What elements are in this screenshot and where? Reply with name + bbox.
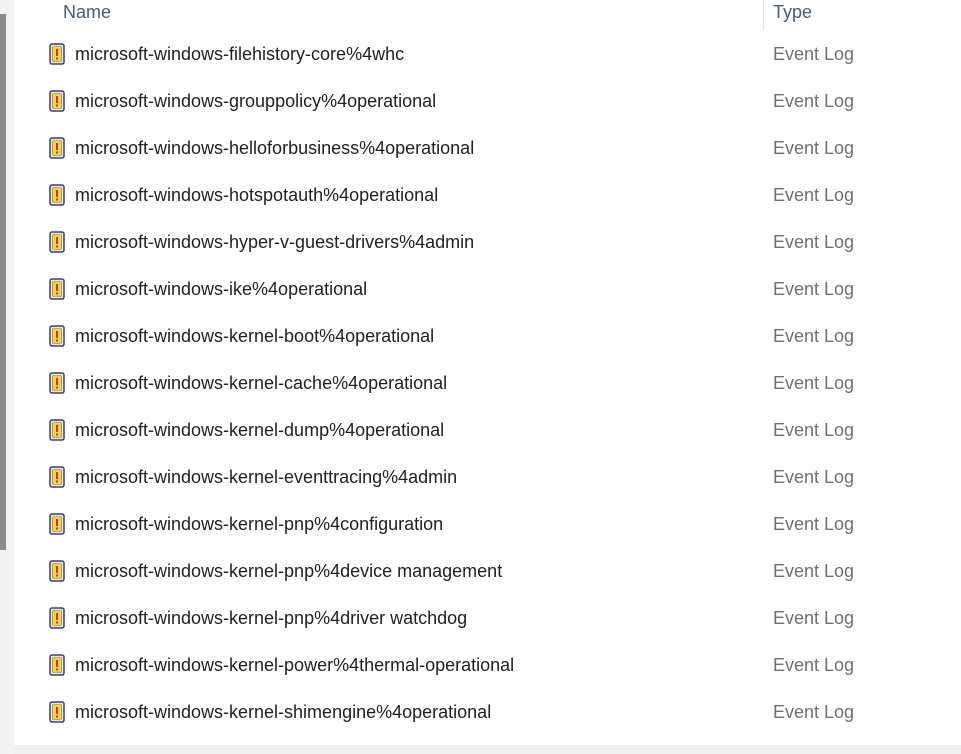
file-type: Event Log: [773, 91, 855, 111]
event-log-file-icon: [49, 701, 65, 723]
event-log-file-icon: [49, 184, 65, 206]
file-name: microsoft-windows-kernel-pnp%4configurat…: [75, 514, 444, 534]
file-type: Event Log: [773, 420, 855, 440]
file-type: Event Log: [773, 185, 855, 205]
file-row[interactable]: microsoft-windows-kernel-cache%4operatio…: [14, 361, 961, 408]
file-type: Event Log: [773, 373, 855, 393]
event-log-file-icon: [49, 654, 65, 676]
file-name: microsoft-windows-grouppolicy%4operation…: [75, 91, 437, 111]
event-log-file-icon: [49, 137, 65, 159]
file-name: microsoft-windows-filehistory-core%4whc: [75, 44, 405, 64]
column-header-type[interactable]: Type: [773, 2, 812, 23]
horizontal-scrollbar-track[interactable]: [14, 745, 961, 754]
file-name: microsoft-windows-kernel-eventtracing%4a…: [75, 467, 458, 487]
file-name: microsoft-windows-hyper-v-guest-drivers%…: [75, 232, 475, 252]
file-name: microsoft-windows-kernel-cache%4operatio…: [75, 373, 448, 393]
file-name: microsoft-windows-hotspotauth%4operation…: [75, 185, 439, 205]
file-type: Event Log: [773, 608, 855, 628]
event-log-file-icon: [49, 231, 65, 253]
file-row[interactable]: microsoft-windows-filehistory-core%4whc …: [14, 32, 961, 79]
file-type: Event Log: [773, 655, 855, 675]
event-log-file-icon: [49, 607, 65, 629]
file-name: microsoft-windows-kernel-shimengine%4ope…: [75, 702, 492, 722]
file-type: Event Log: [773, 326, 855, 346]
file-type: Event Log: [773, 232, 855, 252]
file-row[interactable]: microsoft-windows-hotspotauth%4operation…: [14, 173, 961, 220]
column-divider[interactable]: [763, 0, 764, 30]
file-type: Event Log: [773, 514, 855, 534]
file-row[interactable]: microsoft-windows-ike%4operational Event…: [14, 267, 961, 314]
column-header-bar: Name Type: [14, 0, 961, 30]
file-name: microsoft-windows-kernel-pnp%4device man…: [75, 561, 503, 581]
file-name: microsoft-windows-kernel-boot%4operation…: [75, 326, 435, 346]
file-row[interactable]: microsoft-windows-kernel-shimengine%4ope…: [14, 690, 961, 737]
event-log-file-icon: [49, 419, 65, 441]
file-row[interactable]: microsoft-windows-kernel-power%4thermal-…: [14, 643, 961, 690]
file-name: microsoft-windows-helloforbusiness%4oper…: [75, 138, 475, 158]
file-type: Event Log: [773, 561, 855, 581]
file-row[interactable]: microsoft-windows-kernel-pnp%4driver wat…: [14, 596, 961, 643]
file-row[interactable]: microsoft-windows-kernel-pnp%4device man…: [14, 549, 961, 596]
file-name: microsoft-windows-ike%4operational: [75, 279, 368, 299]
file-row[interactable]: microsoft-windows-grouppolicy%4operation…: [14, 79, 961, 126]
file-name: microsoft-windows-kernel-dump%4operation…: [75, 420, 445, 440]
file-type: Event Log: [773, 279, 855, 299]
file-type: Event Log: [773, 467, 855, 487]
event-log-file-icon: [49, 466, 65, 488]
event-log-file-icon: [49, 325, 65, 347]
event-log-file-icon: [49, 90, 65, 112]
navigation-scrollbar-thumb[interactable]: [0, 14, 6, 550]
file-row[interactable]: microsoft-windows-helloforbusiness%4oper…: [14, 126, 961, 173]
event-log-file-icon: [49, 513, 65, 535]
file-row[interactable]: microsoft-windows-kernel-dump%4operation…: [14, 408, 961, 455]
event-log-file-icon: [49, 560, 65, 582]
file-type: Event Log: [773, 138, 855, 158]
file-row[interactable]: microsoft-windows-hyper-v-guest-drivers%…: [14, 220, 961, 267]
file-row[interactable]: microsoft-windows-kernel-pnp%4configurat…: [14, 502, 961, 549]
event-log-file-icon: [49, 278, 65, 300]
file-row[interactable]: microsoft-windows-kernel-eventtracing%4a…: [14, 455, 961, 502]
column-header-name[interactable]: Name: [63, 2, 111, 23]
file-row[interactable]: microsoft-windows-kernel-boot%4operation…: [14, 314, 961, 361]
file-type: Event Log: [773, 702, 855, 722]
file-list-view: Name Type microsoft-windows-filehistory-…: [0, 0, 961, 754]
event-log-file-icon: [49, 372, 65, 394]
file-name: microsoft-windows-kernel-power%4thermal-…: [75, 655, 515, 675]
file-rows: microsoft-windows-filehistory-core%4whc …: [14, 32, 961, 737]
file-name: microsoft-windows-kernel-pnp%4driver wat…: [75, 608, 468, 628]
event-log-file-icon: [49, 43, 65, 65]
file-type: Event Log: [773, 44, 855, 64]
